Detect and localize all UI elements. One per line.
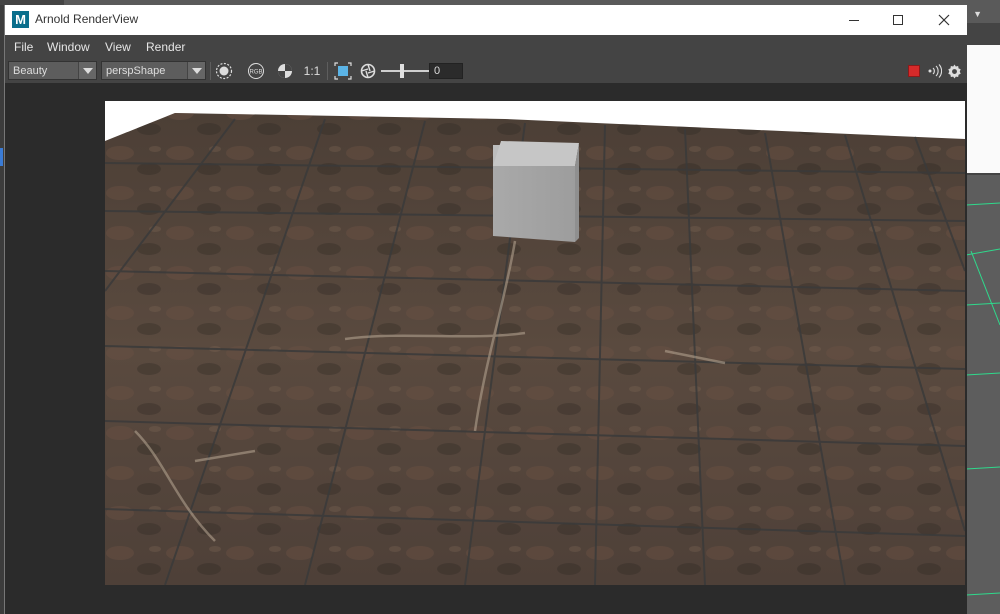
broadcast-button[interactable] [925,60,943,82]
broadcast-icon [928,64,942,78]
exposure-slider-handle[interactable] [400,64,404,78]
toolbar-divider [210,62,211,80]
minimize-icon [849,19,859,21]
background-white-area [966,45,1000,173]
display-circle-button[interactable] [213,60,235,82]
aov-select[interactable]: Beauty [8,61,97,80]
contrast-button[interactable] [274,60,296,82]
rgb-label: RGB [249,70,262,76]
menu-render[interactable]: Render [146,40,185,54]
gear-icon [947,63,961,79]
menu-window[interactable]: Window [47,40,90,54]
exposure-field[interactable]: 0 [429,63,463,79]
background-right-panel: ▼ [966,5,1000,614]
maximize-button[interactable] [875,5,921,35]
exposure-slider-track[interactable] [381,70,429,72]
rgb-channel-icon: RGB [248,63,264,79]
rgb-channel-button[interactable]: RGB [245,60,267,82]
record-icon[interactable] [908,65,920,77]
menu-bar: File Window View Render [5,35,967,59]
toolbar: Beauty perspShape RGB 1:1 0 [5,59,967,83]
settings-button[interactable] [944,60,964,82]
crop-region-button[interactable] [332,60,354,82]
display-circle-icon [215,62,233,80]
renderview-window: M Arnold RenderView File Window View Ren… [4,5,967,614]
maximize-icon [893,15,903,25]
ratio-button[interactable]: 1:1 [301,60,323,82]
aperture-button[interactable] [357,60,379,82]
camera-select-value: perspShape [106,65,166,77]
menu-view[interactable]: View [105,40,131,54]
contrast-icon [278,64,292,78]
background-viewport [966,175,1000,614]
close-button[interactable] [921,5,967,35]
render-canvas[interactable] [5,83,967,614]
background-selection-marker [0,148,3,166]
minimize-button[interactable] [831,5,877,35]
background-dropdown-icon[interactable]: ▼ [966,5,1000,23]
render-scene [105,101,965,585]
crop-region-icon [334,62,352,80]
maya-logo-icon: M [12,11,29,28]
rendered-image [105,101,965,585]
title-bar[interactable]: M Arnold RenderView [5,5,967,35]
window-title: Arnold RenderView [35,12,139,26]
menu-file[interactable]: File [14,40,33,54]
toolbar-divider [327,62,328,80]
chevron-down-icon [187,62,205,79]
ratio-label: 1:1 [303,64,321,78]
close-icon [938,14,950,26]
aperture-icon [360,63,376,79]
chevron-down-icon [78,62,96,79]
aov-select-value: Beauty [13,65,48,77]
camera-select[interactable]: perspShape [101,61,206,80]
